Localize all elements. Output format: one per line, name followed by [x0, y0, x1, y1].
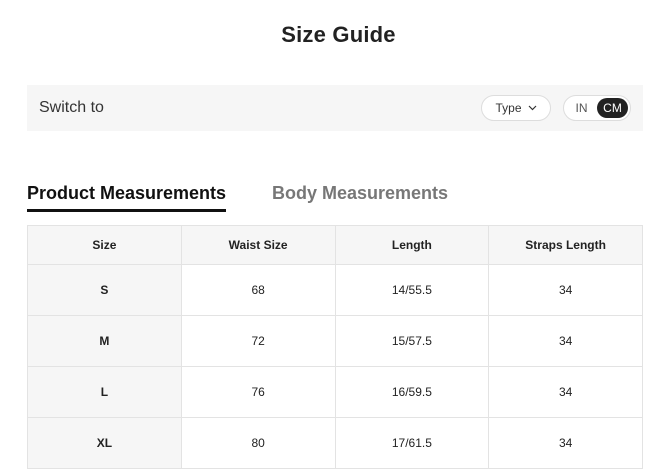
- length-cell: 14/55.5: [334, 264, 490, 316]
- unit-switch-bar: Switch to Type IN CM: [27, 85, 643, 131]
- unit-toggle: IN CM: [563, 95, 631, 121]
- tab-product-measurements[interactable]: Product Measurements: [27, 183, 227, 212]
- length-cell: 17/61.5: [334, 417, 490, 469]
- table-row: S 68 14/55.5 34: [27, 264, 643, 316]
- size-cell: L: [27, 366, 182, 418]
- chevron-down-icon: [528, 105, 536, 111]
- waist-size-cell: 80: [180, 417, 336, 469]
- column-header-waist-size: Waist Size: [180, 225, 336, 265]
- unit-option-in[interactable]: IN: [566, 98, 597, 118]
- waist-size-cell: 72: [180, 315, 336, 367]
- straps-length-cell: 34: [488, 366, 643, 418]
- column-header-straps-length: Straps Length: [488, 225, 643, 265]
- column-header-size: Size: [27, 225, 182, 265]
- table-row: M 72 15/57.5 34: [27, 315, 643, 367]
- table-row: XL 80 17/61.5 34: [27, 417, 643, 469]
- size-cell: M: [27, 315, 182, 367]
- waist-size-cell: 76: [180, 366, 336, 418]
- length-cell: 15/57.5: [334, 315, 490, 367]
- type-button-label: Type: [495, 101, 522, 115]
- length-cell: 16/59.5: [334, 366, 490, 418]
- straps-length-cell: 34: [488, 264, 643, 316]
- straps-length-cell: 34: [488, 315, 643, 367]
- straps-length-cell: 34: [488, 417, 643, 469]
- size-cell: S: [27, 264, 182, 316]
- size-cell: XL: [27, 417, 182, 469]
- column-header-length: Length: [334, 225, 490, 265]
- page-title: Size Guide: [281, 22, 396, 47]
- type-dropdown-button[interactable]: Type: [481, 95, 551, 121]
- size-table: Size Waist Size Length Straps Length S 6…: [27, 225, 643, 469]
- waist-size-cell: 68: [180, 264, 336, 316]
- switch-to-label: Switch to: [39, 99, 104, 116]
- table-row: L 76 16/59.5 34: [27, 366, 643, 418]
- table-header-row: Size Waist Size Length Straps Length: [27, 225, 643, 265]
- unit-option-cm[interactable]: CM: [597, 98, 628, 118]
- tab-body-measurements[interactable]: Body Measurements: [272, 183, 448, 209]
